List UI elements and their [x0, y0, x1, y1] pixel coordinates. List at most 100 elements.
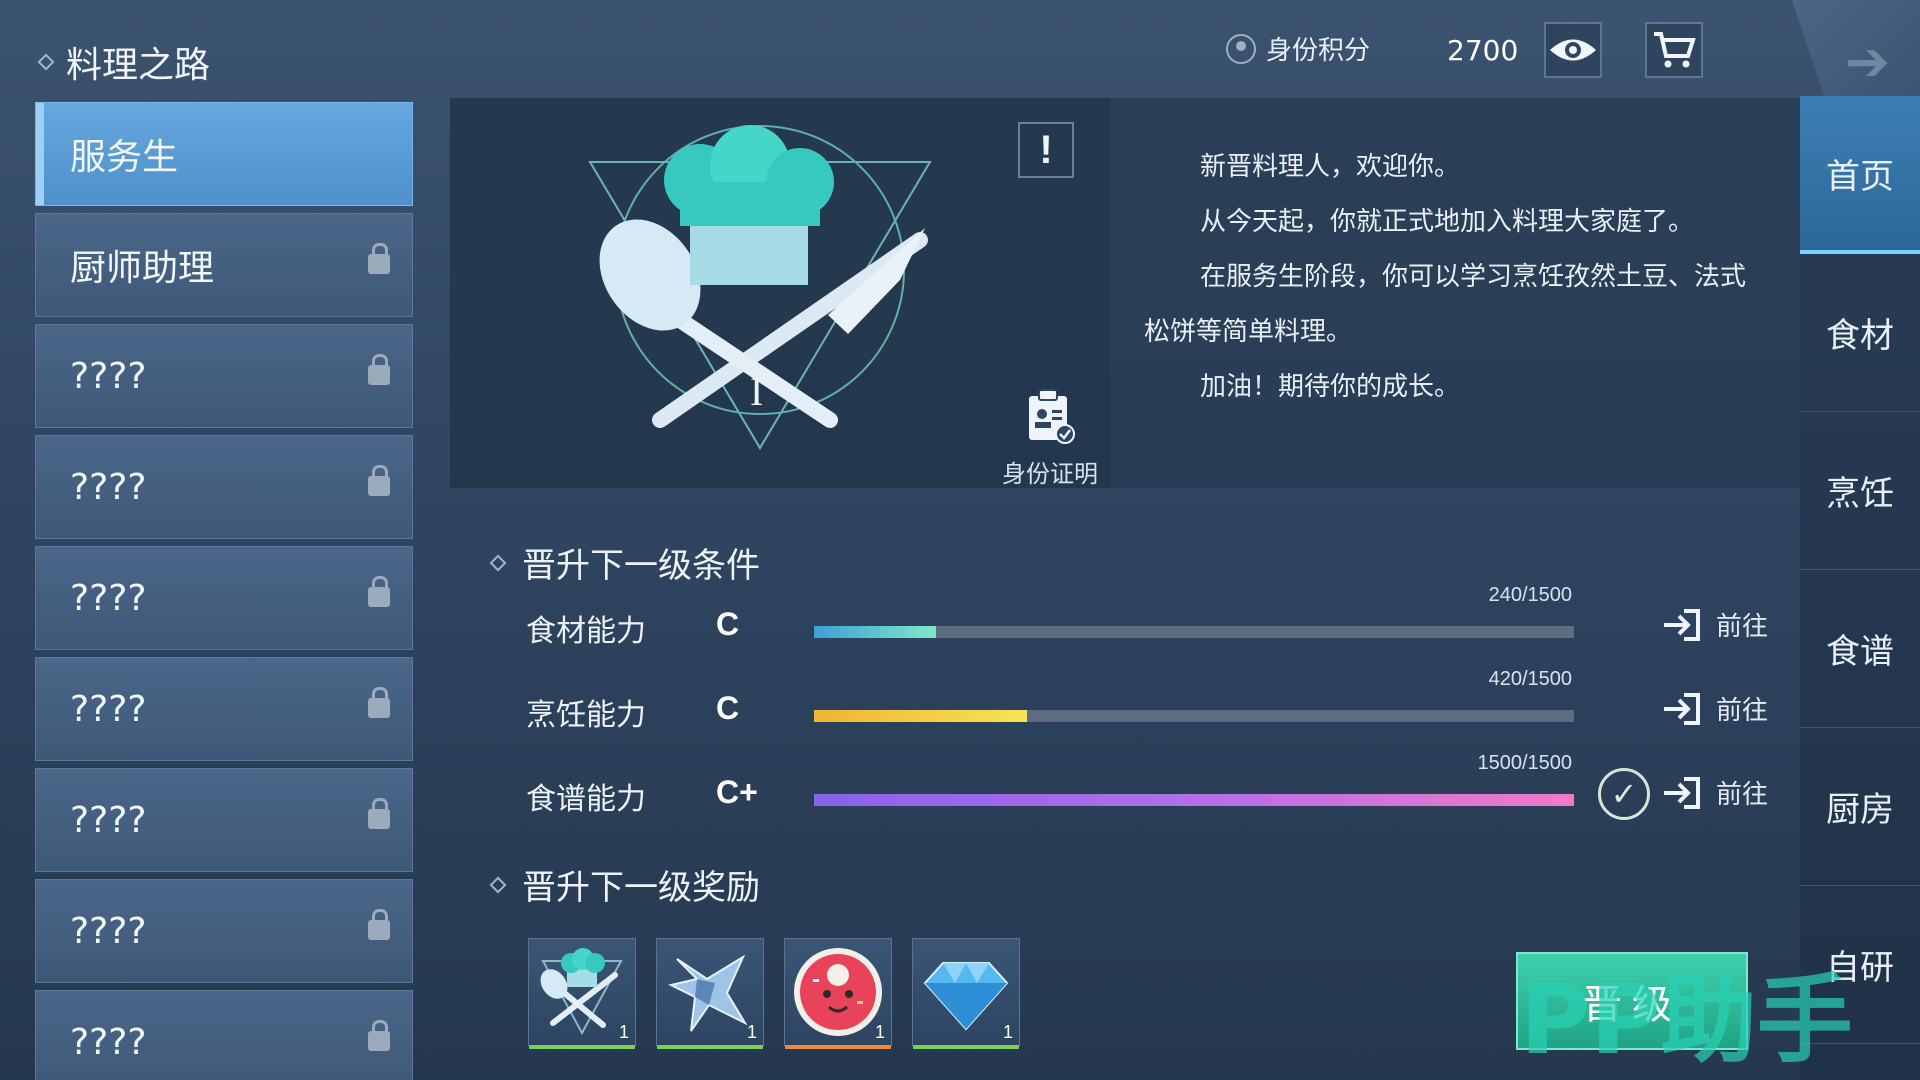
- check-icon: ✓: [1598, 768, 1650, 820]
- requirement-grade: C: [716, 606, 740, 642]
- id-proof-label: 身份证明: [1002, 460, 1098, 488]
- diamond-bullet-icon: [489, 554, 507, 571]
- identity-score-label: 身份积分: [1266, 36, 1371, 66]
- requirement-progress-text: 420/1500: [1488, 668, 1572, 690]
- description-line: 从今天起，你就正式地加入料理大家庭了。: [1200, 207, 1695, 237]
- title-group: 料理之路: [37, 36, 211, 88]
- tab-label: 食谱: [1826, 632, 1894, 672]
- reward-rarity-bar: [657, 1045, 763, 1049]
- emblem-panel: I ! 身份证明: [450, 98, 1110, 488]
- tab-ingredients[interactable]: 食材: [1800, 254, 1920, 412]
- sidebar-item-locked[interactable]: ????: [35, 879, 413, 983]
- tab-label: 厨房: [1826, 790, 1894, 830]
- person-badge-icon: [1226, 33, 1256, 64]
- page-title: 料理之路: [66, 45, 211, 86]
- requirement-progress-fill: [814, 710, 1027, 722]
- lock-icon: [368, 1020, 390, 1051]
- diamond-bullet-icon: [37, 53, 55, 71]
- reward-count: 1: [618, 1022, 629, 1042]
- sidebar-item-label: ????: [70, 688, 147, 730]
- sidebar-item-label: ????: [70, 799, 147, 841]
- go-label: 前往: [1716, 780, 1769, 810]
- requirement-grade: C: [716, 690, 740, 726]
- back-button[interactable]: ➔: [1792, 0, 1920, 96]
- requirement-progress-bar: [814, 626, 1574, 638]
- reward-rarity-bar: [785, 1045, 891, 1049]
- description-line: 加油！期待你的成长。: [1200, 372, 1461, 402]
- enter-arrow-icon: [1664, 776, 1700, 809]
- sidebar-item-locked[interactable]: ????: [35, 324, 413, 428]
- rank-numeral: I: [750, 369, 764, 414]
- top-bar: 料理之路 身份积分 2700 ➔: [0, 0, 1920, 100]
- view-button[interactable]: [1544, 22, 1602, 78]
- rank-profile-card: I ! 身份证明 新晋料理人，欢迎你。 从今天起，你就正式地加入料理大家庭了。 …: [450, 98, 1800, 488]
- requirement-progress-fill: [814, 794, 1574, 806]
- enter-arrow-icon: [1664, 608, 1700, 641]
- description-line: 新晋料理人，欢迎你。: [1200, 152, 1461, 182]
- sidebar-item-label: ????: [70, 910, 147, 952]
- cart-icon: [1654, 32, 1696, 68]
- sidebar-item-label: ????: [70, 355, 147, 397]
- sidebar-item-label: ????: [70, 1021, 147, 1063]
- sidebar-item-locked[interactable]: ????: [35, 990, 413, 1080]
- tab-home[interactable]: 首页: [1800, 96, 1920, 254]
- tab-label: 烹饪: [1826, 474, 1894, 514]
- sidebar-item-locked[interactable]: ????: [35, 435, 413, 539]
- right-nav: 首页 食材 烹饪 食谱 厨房 自研: [1800, 96, 1920, 1080]
- diamond-bullet-icon: [489, 876, 507, 893]
- reward-item[interactable]: 1: [528, 938, 636, 1049]
- lock-icon: [368, 354, 390, 385]
- arrow-right-icon: ➔: [1844, 30, 1890, 93]
- identity-score: 身份积分: [1226, 30, 1370, 67]
- requirement-row: 食材能力 C 240/1500 前往: [526, 584, 1776, 656]
- reward-rarity-bar: [913, 1045, 1019, 1049]
- reward-count: 1: [746, 1022, 757, 1042]
- lock-icon: [368, 687, 390, 718]
- requirement-progress-fill: [814, 626, 936, 638]
- requirement-name: 食谱能力: [526, 782, 646, 817]
- id-proof-button[interactable]: 身份证明: [990, 388, 1110, 489]
- id-proof-icon: [1029, 389, 1075, 444]
- lock-icon: [368, 465, 390, 496]
- lock-icon: [368, 798, 390, 829]
- tab-cooking[interactable]: 烹饪: [1800, 412, 1920, 570]
- info-button[interactable]: !: [1018, 122, 1074, 178]
- description-line: 在服务生阶段，你可以学习烹饪孜然土豆、法式松饼等简单料理。: [1144, 262, 1747, 347]
- reward-item[interactable]: 1: [784, 938, 892, 1049]
- sidebar-item-waiter[interactable]: 服务生: [35, 102, 413, 206]
- requirement-progress-text: 240/1500: [1488, 584, 1572, 606]
- rewards-header: 晋升下一级奖励: [489, 860, 760, 909]
- requirements-title: 晋升下一级条件: [522, 546, 760, 586]
- tab-kitchen[interactable]: 厨房: [1800, 728, 1920, 886]
- lock-icon: [368, 576, 390, 607]
- sidebar-item-chef-assistant[interactable]: 厨师助理: [35, 213, 413, 317]
- sidebar-item-locked[interactable]: ????: [35, 657, 413, 761]
- go-button[interactable]: 前往: [1662, 774, 1768, 811]
- rewards-title: 晋升下一级奖励: [522, 868, 760, 908]
- reward-item[interactable]: 1: [656, 938, 764, 1049]
- go-label: 前往: [1716, 696, 1769, 726]
- go-button[interactable]: 前往: [1662, 690, 1768, 727]
- requirement-name: 烹饪能力: [526, 698, 646, 733]
- watermark: PP助手: [1520, 964, 1853, 1076]
- sidebar-item-locked[interactable]: ????: [35, 768, 413, 872]
- identity-score-value: 2700: [1447, 34, 1519, 67]
- shop-button[interactable]: [1645, 22, 1703, 78]
- chef-emblem-icon: [588, 125, 932, 450]
- sidebar-item-label: ????: [70, 577, 147, 619]
- rank-description: 新晋料理人，欢迎你。 从今天起，你就正式地加入料理大家庭了。 在服务生阶段，你可…: [1110, 98, 1800, 488]
- tab-recipes[interactable]: 食谱: [1800, 570, 1920, 728]
- eye-icon: [1550, 39, 1596, 61]
- requirement-progress-text: 1500/1500: [1477, 752, 1572, 774]
- lock-icon: [368, 909, 390, 940]
- reward-rarity-bar: [529, 1045, 635, 1049]
- reward-count: 1: [874, 1022, 885, 1042]
- requirement-row: 食谱能力 C+ 1500/1500 ✓ 前往: [526, 752, 1776, 824]
- sidebar-item-label: 厨师助理: [70, 248, 215, 289]
- sidebar-item-label: ????: [70, 466, 147, 508]
- go-label: 前往: [1716, 612, 1769, 642]
- go-button[interactable]: 前往: [1662, 606, 1768, 643]
- lock-icon: [368, 243, 390, 274]
- reward-item[interactable]: 1: [912, 938, 1020, 1049]
- sidebar-item-locked[interactable]: ????: [35, 546, 413, 650]
